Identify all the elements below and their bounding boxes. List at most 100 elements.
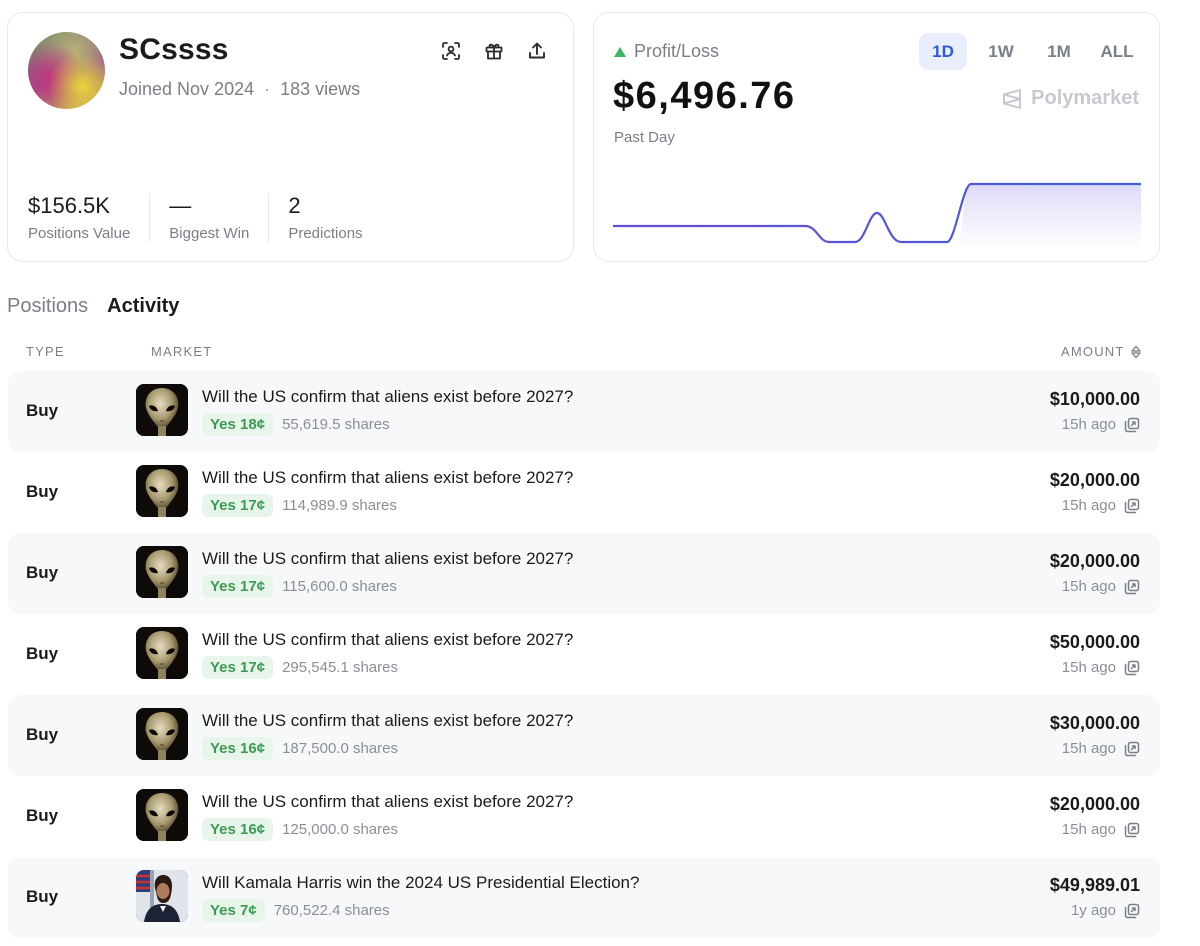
- table-row[interactable]: Buy Will the US confirm that aliens exis…: [8, 776, 1160, 857]
- share-count: 760,522.4 shares: [273, 902, 390, 919]
- share-count: 115,600.0 shares: [282, 578, 397, 595]
- view-count: 183 views: [280, 79, 361, 99]
- market-title[interactable]: Will the US confirm that aliens exist be…: [202, 792, 573, 812]
- market-title[interactable]: Will Kamala Harris win the 2024 US Presi…: [202, 873, 639, 893]
- external-link-icon[interactable]: [1124, 498, 1140, 514]
- pnl-area: [957, 184, 1141, 249]
- row-time: 15h ago: [1062, 416, 1140, 433]
- stat-value: 2: [288, 193, 301, 218]
- pnl-chart: [613, 182, 1141, 249]
- column-header-amount-label: AMOUNT: [1061, 344, 1125, 359]
- market-title[interactable]: Will the US confirm that aliens exist be…: [202, 630, 573, 650]
- row-time: 15h ago: [1062, 497, 1140, 514]
- table-row[interactable]: Buy Will the US confirm that aliens exis…: [8, 533, 1160, 614]
- pnl-label: Profit/Loss: [634, 41, 720, 61]
- stat-biggest-win: — Biggest Win: [169, 193, 270, 242]
- sort-icon: [1130, 345, 1141, 358]
- share-icon[interactable]: [525, 39, 549, 63]
- share-count: 55,619.5 shares: [282, 416, 390, 433]
- range-tab-all[interactable]: ALL: [1093, 33, 1141, 70]
- row-time: 1y ago: [1071, 902, 1140, 919]
- column-header-type: TYPE: [26, 344, 65, 359]
- column-header-market: MARKET: [151, 344, 213, 359]
- row-timestamp: 15h ago: [1061, 497, 1116, 514]
- external-link-icon[interactable]: [1124, 903, 1140, 919]
- share-count: 295,545.1 shares: [282, 659, 398, 676]
- tab-activity[interactable]: Activity: [107, 295, 179, 318]
- market-title[interactable]: Will the US confirm that aliens exist be…: [202, 711, 573, 731]
- brand-name: Polymarket: [1031, 87, 1139, 109]
- row-meta: Yes 17¢ 115,600.0 shares: [202, 575, 397, 598]
- row-amount: $20,000.00: [1049, 551, 1140, 571]
- row-timestamp: 15h ago: [1061, 416, 1116, 433]
- external-link-icon[interactable]: [1124, 741, 1140, 757]
- market-title[interactable]: Will the US confirm that aliens exist be…: [202, 387, 573, 407]
- share-count: 125,000.0 shares: [282, 821, 398, 838]
- market-thumbnail[interactable]: [136, 384, 188, 436]
- username: SCssss: [119, 33, 229, 66]
- profile-meta: Joined Nov 2024 · 183 views: [119, 79, 360, 100]
- row-type: Buy: [26, 725, 59, 744]
- outcome-badge: Yes 17¢: [202, 494, 274, 517]
- stat-value: $156.5K: [28, 193, 110, 218]
- table-row[interactable]: Buy Will the US confirm that aliens exis…: [8, 614, 1160, 695]
- activity-tabs: Positions Activity: [7, 295, 179, 318]
- external-link-icon[interactable]: [1124, 417, 1140, 433]
- row-type: Buy: [26, 482, 59, 501]
- gift-icon[interactable]: [482, 39, 506, 63]
- range-tab-1w[interactable]: 1W: [977, 33, 1025, 70]
- row-timestamp: 15h ago: [1061, 821, 1116, 838]
- market-thumbnail[interactable]: [136, 627, 188, 679]
- external-link-icon[interactable]: [1124, 822, 1140, 838]
- activity-table: Buy Will the US confirm that aliens exis…: [8, 371, 1160, 938]
- outcome-badge: Yes 7¢: [202, 899, 265, 922]
- row-meta: Yes 18¢ 55,619.5 shares: [202, 413, 390, 436]
- market-title[interactable]: Will the US confirm that aliens exist be…: [202, 549, 573, 569]
- outcome-badge: Yes 17¢: [202, 575, 274, 598]
- outcome-badge: Yes 17¢: [202, 656, 274, 679]
- pnl-label-row: Profit/Loss: [614, 41, 719, 62]
- market-thumbnail[interactable]: [136, 465, 188, 517]
- market-title[interactable]: Will the US confirm that aliens exist be…: [202, 468, 573, 488]
- row-amount: $49,989.01: [1049, 875, 1140, 895]
- row-time: 15h ago: [1062, 740, 1140, 757]
- pnl-period-label: Past Day: [614, 129, 675, 146]
- market-thumbnail[interactable]: [136, 870, 188, 922]
- row-type: Buy: [26, 563, 59, 582]
- row-meta: Yes 16¢ 125,000.0 shares: [202, 818, 398, 841]
- stat-predictions: 2 Predictions: [288, 193, 381, 242]
- row-timestamp: 15h ago: [1061, 578, 1116, 595]
- range-tab-1m[interactable]: 1M: [1035, 33, 1083, 70]
- external-link-icon[interactable]: [1124, 579, 1140, 595]
- column-header-amount[interactable]: AMOUNT: [1061, 344, 1142, 359]
- pnl-value: $6,496.76: [613, 75, 796, 117]
- share-count: 114,989.9 shares: [282, 497, 397, 514]
- row-amount: $50,000.00: [1049, 632, 1140, 652]
- table-row[interactable]: Buy Will the US confirm that aliens exis…: [8, 452, 1160, 533]
- profile-stats: $156.5K Positions Value — Biggest Win 2 …: [28, 193, 401, 242]
- row-timestamp: 1y ago: [1070, 902, 1116, 919]
- row-type: Buy: [26, 644, 59, 663]
- external-link-icon[interactable]: [1124, 660, 1140, 676]
- market-thumbnail[interactable]: [136, 789, 188, 841]
- range-tab-1d[interactable]: 1D: [919, 33, 967, 70]
- tab-positions[interactable]: Positions: [7, 295, 88, 318]
- polymarket-icon: [1003, 88, 1022, 109]
- avatar: [28, 32, 105, 109]
- row-amount: $30,000.00: [1049, 713, 1140, 733]
- pnl-card: Profit/Loss $6,496.76 Past Day 1D 1W 1M …: [593, 12, 1160, 262]
- outcome-badge: Yes 18¢: [202, 413, 274, 436]
- table-row[interactable]: Buy Will Kamala Harris win the 2024 US P…: [8, 857, 1160, 938]
- table-row[interactable]: Buy Will the US confirm that aliens exis…: [8, 695, 1160, 776]
- stat-label: Predictions: [288, 225, 363, 242]
- market-thumbnail[interactable]: [136, 708, 188, 760]
- stat-label: Biggest Win: [169, 225, 250, 242]
- table-row[interactable]: Buy Will the US confirm that aliens exis…: [8, 371, 1160, 452]
- row-time: 15h ago: [1062, 578, 1140, 595]
- scan-icon[interactable]: [439, 39, 463, 63]
- meta-separator: ·: [264, 79, 271, 99]
- market-thumbnail[interactable]: [136, 546, 188, 598]
- share-count: 187,500.0 shares: [282, 740, 398, 757]
- brand-logo: Polymarket: [1001, 87, 1139, 110]
- outcome-badge: Yes 16¢: [202, 737, 274, 760]
